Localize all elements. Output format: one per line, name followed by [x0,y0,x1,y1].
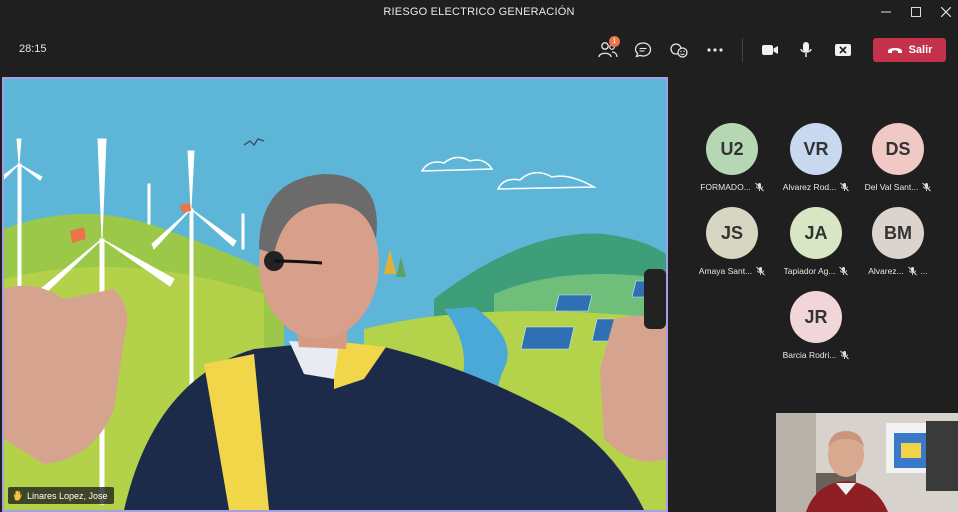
close-icon [941,7,951,17]
raised-hand-icon [14,490,22,501]
chat-icon [634,42,652,58]
more-icon [707,48,723,52]
participant-tile[interactable]: JS Amaya Sant... [692,204,772,284]
self-view-video[interactable] [776,413,958,512]
participant-name: Alvarez... [868,266,904,276]
close-window-button[interactable] [934,3,958,21]
participant-tile[interactable]: JR Barcia Rodri... [776,288,856,368]
participants-badge: 1 [609,36,620,47]
participant-grid: U2 FORMADO... VR Alvarez Rod... DS Del V… [690,120,950,370]
participant-label: Alvarez... ... [858,266,938,276]
speaker-name: Linares Lopez, Jose [27,490,108,501]
title-bar: RIESGO ELECTRICO GENERACIÓN [0,0,958,26]
muted-microphone-icon [756,266,766,276]
muted-microphone-icon [754,182,764,192]
avatar: VR [790,123,842,175]
participant-name: Del Val Sant... [864,182,919,192]
participant-label: Alvarez Rod... [776,182,856,192]
participant-more-options[interactable]: ... [921,266,928,276]
muted-microphone-icon [839,266,849,276]
meeting-timer: 28:15 [19,43,47,55]
more-actions-button[interactable] [703,38,727,62]
participant-tile[interactable]: VR Alvarez Rod... [776,120,856,200]
meeting-toolbar: 28:15 1 Salir [0,26,958,72]
muted-microphone-icon [907,266,917,276]
share-screen-button[interactable] [831,38,855,62]
leave-button[interactable]: Salir [873,38,946,62]
participant-name: Barcia Rodri... [782,350,837,360]
participant-tile[interactable]: BM Alvarez... ... [858,204,938,284]
avatar: DS [872,123,924,175]
avatar: JS [706,207,758,259]
leave-label: Salir [908,44,933,56]
minimize-button[interactable] [874,3,898,21]
chat-button[interactable] [631,38,655,62]
participant-tile[interactable]: DS Del Val Sant... [858,120,938,200]
meeting-title: RIESGO ELECTRICO GENERACIÓN [383,6,575,18]
maximize-icon [911,7,921,17]
maximize-button[interactable] [904,3,928,21]
speaker-name-tag: Linares Lopez, Jose [8,487,114,504]
participants-button[interactable]: 1 [596,36,620,62]
hang-up-icon [887,48,902,53]
microphone-icon [800,42,812,57]
participant-label: Tapiador Ag... [776,266,856,276]
muted-microphone-icon [922,182,932,192]
participant-name: Tapiador Ag... [783,266,836,276]
avatar: U2 [706,123,758,175]
participant-name: FORMADO... [700,182,751,192]
toolbar-separator [742,38,743,62]
participant-label: Barcia Rodri... [776,350,856,360]
participant-name: Alvarez Rod... [782,182,837,192]
avatar: JR [790,291,842,343]
participant-name: Amaya Sant... [698,266,753,276]
participant-label: FORMADO... [692,182,772,192]
avatar: BM [872,207,924,259]
muted-microphone-icon [840,350,850,360]
muted-microphone-icon [840,182,850,192]
stop-sharing-icon [835,44,851,56]
reactions-button[interactable] [667,38,691,62]
main-speaker-video[interactable]: Linares Lopez, Jose [2,77,668,512]
self-video-feed [776,413,958,512]
participant-label: Del Val Sant... [858,182,938,192]
camera-button[interactable] [758,38,782,62]
minimize-icon [881,11,891,13]
participant-label: Amaya Sant... [692,266,772,276]
raise-hand-reaction-icon [670,43,688,58]
camera-icon [762,45,778,55]
avatar: JA [790,207,842,259]
participant-tile[interactable]: JA Tapiador Ag... [776,204,856,284]
microphone-button[interactable] [794,38,818,62]
participant-tile[interactable]: U2 FORMADO... [692,120,772,200]
video-feed [4,79,666,510]
